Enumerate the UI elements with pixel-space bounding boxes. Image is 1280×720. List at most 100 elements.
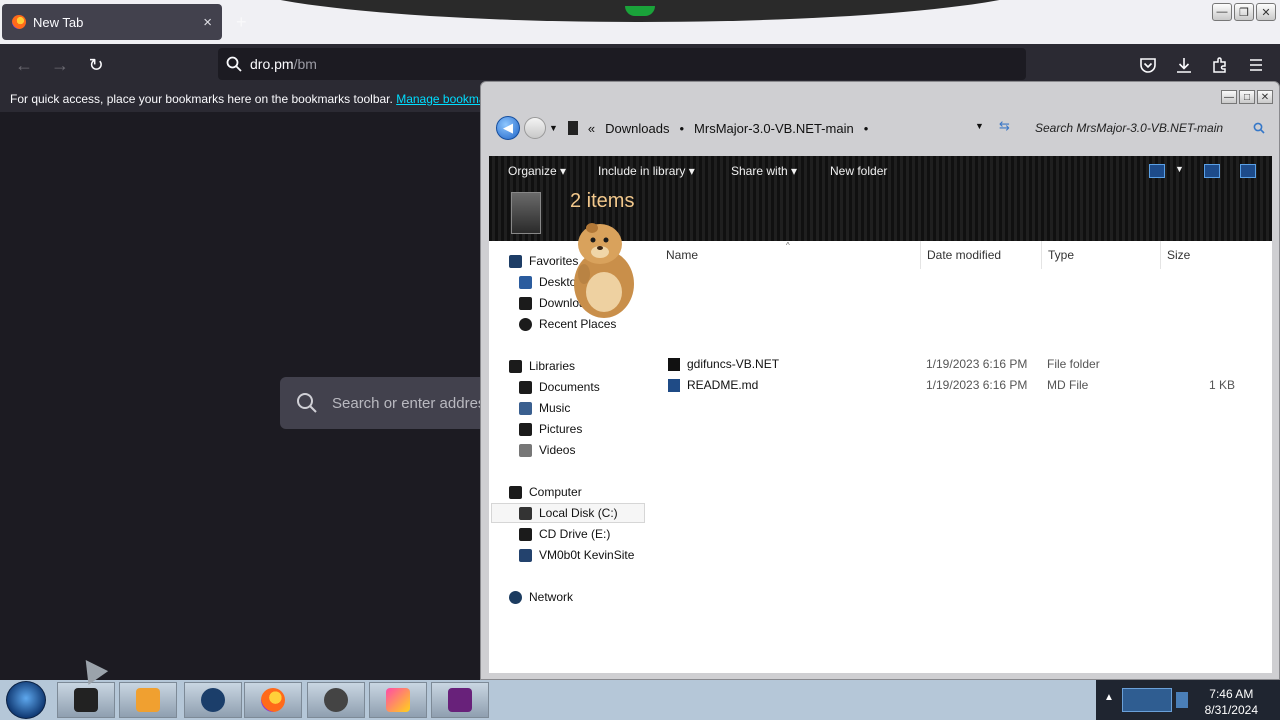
clock-time: 7:46 AM bbox=[1209, 687, 1254, 701]
folder-icon bbox=[74, 688, 98, 712]
desktop-icon bbox=[519, 275, 532, 289]
column-header-size[interactable]: Size bbox=[1161, 241, 1240, 269]
column-header-name[interactable]: Name bbox=[660, 241, 921, 269]
nav-network-drive[interactable]: VM0b0t KevinSite bbox=[519, 545, 634, 565]
taskbar-media-player-button[interactable] bbox=[119, 682, 177, 718]
nav-label: Videos bbox=[539, 443, 576, 457]
taskbar-paint-button[interactable] bbox=[369, 682, 427, 718]
restore-button[interactable]: ❐ bbox=[1234, 3, 1254, 21]
tab-new-tab[interactable]: New Tab × bbox=[2, 4, 222, 40]
nav-label: Local Disk (C:) bbox=[539, 506, 618, 520]
new-folder-button[interactable]: New folder bbox=[830, 164, 887, 178]
new-tab-button[interactable]: + bbox=[236, 12, 247, 33]
window-controls: — ❐ ✕ bbox=[1212, 3, 1276, 21]
file-date: 1/19/2023 6:16 PM bbox=[926, 378, 1028, 392]
reload-icon[interactable]: ↻ bbox=[84, 53, 108, 77]
url-text: dro.pm/bm bbox=[250, 56, 317, 72]
close-tab-icon[interactable]: × bbox=[203, 14, 212, 31]
folder-search-input[interactable]: Search MrsMajor-3.0-VB.NET-main bbox=[1029, 116, 1269, 140]
paint-icon bbox=[386, 688, 410, 712]
newtab-search-placeholder: Search or enter address bbox=[332, 394, 493, 412]
nav-cd-drive[interactable]: CD Drive (E:) bbox=[519, 524, 610, 544]
forward-arrow-icon[interactable]: → bbox=[48, 53, 72, 77]
globe-icon bbox=[201, 688, 225, 712]
nav-videos[interactable]: Videos bbox=[519, 440, 575, 460]
network-drive-icon bbox=[519, 548, 532, 562]
breadcrumb-overflow-icon[interactable]: « bbox=[588, 121, 595, 136]
nav-network[interactable]: Network bbox=[509, 587, 573, 607]
file-row[interactable]: README.md 1/19/2023 6:16 PM MD File 1 KB bbox=[666, 375, 1246, 395]
volume-icon[interactable] bbox=[1176, 692, 1188, 708]
recent-pages-chevron-icon[interactable]: ▼ bbox=[549, 123, 558, 133]
nav-documents[interactable]: Documents bbox=[519, 377, 600, 397]
bookmarks-message: For quick access, place your bookmarks h… bbox=[10, 92, 393, 106]
nav-music[interactable]: Music bbox=[519, 398, 570, 418]
nav-label: Computer bbox=[529, 485, 582, 499]
organize-menu[interactable]: Organize ▾ bbox=[508, 164, 566, 178]
nav-label: Pictures bbox=[539, 422, 583, 436]
nav-label: Music bbox=[539, 401, 571, 415]
file-type: File folder bbox=[1047, 357, 1100, 371]
close-window-button[interactable]: ✕ bbox=[1256, 3, 1276, 21]
network-tray-icon[interactable] bbox=[1122, 688, 1172, 712]
url-bar[interactable]: dro.pm/bm bbox=[218, 48, 1026, 80]
preview-pane-icon[interactable] bbox=[1204, 164, 1220, 178]
taskbar-visual-studio-button[interactable] bbox=[431, 682, 489, 718]
tab-strip: New Tab × + — ❐ ✕ bbox=[0, 0, 1280, 44]
taskbar-explorer-button[interactable] bbox=[57, 682, 115, 718]
downloads-icon[interactable] bbox=[1175, 56, 1193, 74]
tab-title: New Tab bbox=[33, 14, 84, 30]
folder-search-placeholder: Search MrsMajor-3.0-VB.NET-main bbox=[1035, 121, 1224, 135]
sort-arrow-icon: ^ bbox=[786, 241, 790, 250]
nav-computer[interactable]: Computer bbox=[509, 482, 582, 502]
extensions-icon[interactable] bbox=[1211, 56, 1229, 74]
taskbar-app-button[interactable] bbox=[307, 682, 365, 718]
include-in-library-menu[interactable]: Include in library ▾ bbox=[598, 164, 695, 178]
nav-local-disk[interactable]: Local Disk (C:) bbox=[491, 503, 645, 523]
back-arrow-icon[interactable]: ← bbox=[12, 53, 36, 77]
back-button[interactable]: ◀ bbox=[496, 116, 520, 140]
breadcrumb-current-folder[interactable]: MrsMajor-3.0-VB.NET-main bbox=[694, 121, 854, 136]
refresh-icon[interactable]: ⇆ bbox=[999, 118, 1010, 134]
file-type: MD File bbox=[1047, 378, 1089, 392]
show-hidden-icons-icon[interactable]: ▲ bbox=[1104, 692, 1114, 703]
system-tray: ▲ 7:46 AM 8/31/2024 bbox=[1096, 680, 1280, 720]
view-options-chevron-icon[interactable]: ▼ bbox=[1175, 164, 1184, 174]
url-path: /bm bbox=[293, 56, 317, 72]
taskbar-ie-button[interactable] bbox=[184, 682, 242, 718]
menu-icon[interactable] bbox=[1247, 56, 1265, 74]
column-header-type[interactable]: Type bbox=[1042, 241, 1161, 269]
file-row[interactable]: gdifuncs-VB.NET 1/19/2023 6:16 PM File f… bbox=[666, 354, 1246, 374]
start-button[interactable] bbox=[6, 681, 46, 719]
address-dropdown-chevron-icon[interactable]: ▼ bbox=[975, 121, 984, 131]
clock[interactable]: 7:46 AM 8/31/2024 bbox=[1205, 686, 1258, 718]
breadcrumb-downloads[interactable]: Downloads bbox=[605, 121, 669, 136]
file-name: gdifuncs-VB.NET bbox=[687, 357, 780, 371]
forward-button[interactable] bbox=[524, 117, 546, 139]
visual-studio-icon bbox=[448, 688, 472, 712]
taskbar-firefox-button[interactable] bbox=[244, 682, 302, 718]
nav-pictures[interactable]: Pictures bbox=[519, 419, 582, 439]
address-row: ◀ ▼ « Downloads • MrsMajor-3.0-VB.NET-ma… bbox=[491, 110, 1277, 146]
explorer-maximize-button[interactable]: □ bbox=[1239, 90, 1255, 104]
help-icon[interactable] bbox=[1240, 164, 1256, 178]
minimize-button[interactable]: — bbox=[1212, 3, 1232, 21]
share-with-menu[interactable]: Share with ▾ bbox=[731, 164, 797, 178]
nav-libraries[interactable]: Libraries bbox=[509, 356, 575, 376]
breadcrumb-separator[interactable]: • bbox=[864, 121, 869, 136]
explorer-close-button[interactable]: ✕ bbox=[1257, 90, 1273, 104]
column-label: Size bbox=[1167, 248, 1191, 262]
clock-date: 8/31/2024 bbox=[1204, 703, 1258, 717]
breadcrumb: « Downloads • MrsMajor-3.0-VB.NET-main • bbox=[588, 121, 868, 136]
column-label: Date modified bbox=[927, 248, 1002, 262]
pocket-icon[interactable] bbox=[1139, 56, 1157, 74]
cd-drive-icon bbox=[519, 527, 532, 541]
change-view-icon[interactable] bbox=[1149, 164, 1165, 178]
explorer-window: — □ ✕ ◀ ▼ « Downloads • MrsMajor-3.0-VB.… bbox=[480, 81, 1280, 680]
firefox-icon bbox=[261, 688, 285, 712]
explorer-minimize-button[interactable]: — bbox=[1221, 90, 1237, 104]
breadcrumb-separator[interactable]: • bbox=[679, 121, 684, 136]
column-header-date[interactable]: Date modified bbox=[921, 241, 1042, 269]
nav-label: VM0b0t KevinSite bbox=[539, 548, 635, 562]
nav-label: Recent Places bbox=[539, 317, 617, 331]
